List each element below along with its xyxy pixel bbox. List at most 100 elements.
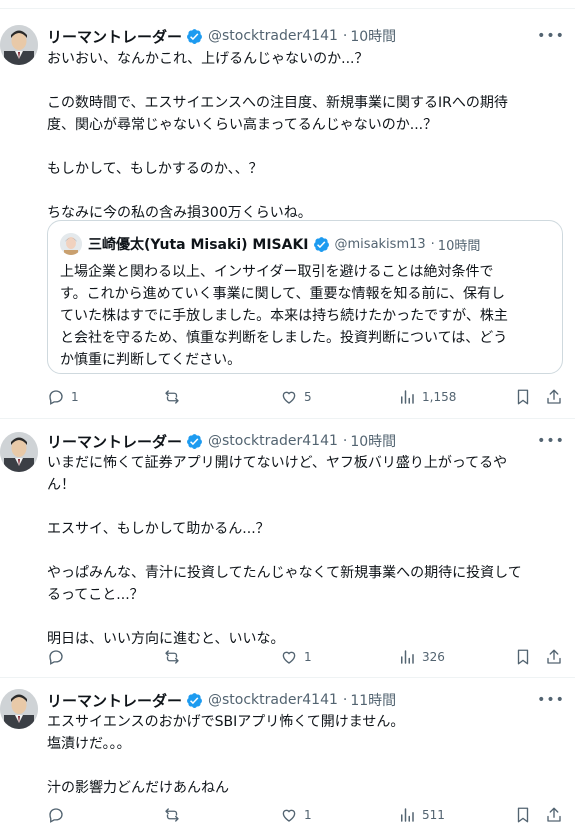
quoted-avatar [60, 233, 82, 255]
like-button[interactable]: 1 [280, 805, 312, 825]
views-button[interactable]: 1,158 [398, 387, 456, 407]
top-divider [0, 0, 575, 9]
timestamp[interactable]: 11時間 [350, 690, 396, 710]
share-button[interactable] [545, 805, 563, 825]
bookmark-button[interactable] [514, 387, 532, 407]
timestamp[interactable]: 10時間 [350, 431, 396, 451]
retweet-button[interactable] [163, 387, 187, 407]
tweet-line: ん！ [47, 477, 75, 493]
view-count: 511 [422, 808, 445, 822]
author-name[interactable]: リーマントレーダー [47, 431, 182, 452]
tweet-line: 度、関心が尋常じゃないくらい高まってるんじゃないのか...？ [47, 117, 438, 133]
dot-separator: · [430, 236, 435, 252]
tweet-line: やっぱみんな、青汁に投資してたんじゃなくて新規事業への期待に投資して [47, 565, 522, 581]
share-button[interactable] [545, 387, 563, 407]
verified-badge-icon [313, 236, 329, 252]
heart-icon [282, 651, 296, 664]
author-handle[interactable]: @stocktrader4141 [208, 433, 338, 449]
tweet-text: おいおい、なんかこれ、上げるんじゃないのか...？ この数時間で、エスサイエンス… [47, 48, 567, 224]
analytics-icon [401, 650, 414, 664]
verified-badge-icon [187, 28, 202, 44]
verified-badge-icon [187, 692, 202, 708]
share-icon [547, 389, 561, 404]
author-handle[interactable]: @stocktrader4141 [208, 28, 338, 44]
heart-icon [282, 809, 296, 822]
author-handle[interactable]: @stocktrader4141 [208, 692, 338, 708]
share-button[interactable] [545, 647, 563, 667]
more-options-icon[interactable]: ••• [537, 690, 564, 710]
more-options-icon[interactable]: ••• [537, 26, 564, 46]
bookmark-icon [517, 807, 529, 823]
quoted-text: 上場企業と関わる以上、インサイダー取引を避けることは絶対条件で す。これから進め… [60, 261, 550, 371]
retweet-button[interactable] [163, 647, 187, 667]
quoted-line: か慎重に判断してください。 [60, 352, 242, 368]
reply-icon [49, 390, 63, 405]
tweet-line: エスサイエンスのおかげでSBIアプリ怖くて開けません。 [47, 714, 405, 730]
timestamp[interactable]: 10時間 [350, 26, 396, 46]
tweet-line: エスサイ、もしかして助かるん...？ [47, 521, 270, 537]
tweet-line: おいおい、なんかこれ、上げるんじゃないのか...？ [47, 51, 369, 67]
reply-icon [49, 808, 63, 823]
like-button[interactable]: 5 [280, 387, 312, 407]
quoted-line: す。これから進めていく事業に関して、重要な情報を知る前に、保有し [60, 286, 506, 302]
view-count: 326 [422, 650, 445, 664]
quoted-line: ていた株はすでに手放しました。本来は持ち続けたかったですが、株主 [60, 308, 508, 324]
reply-button[interactable] [47, 647, 71, 667]
tweet-header: リーマントレーダー @stocktrader4141 · 11時間 [47, 690, 396, 710]
dot-separator: · [342, 692, 348, 708]
dot-separator: · [342, 28, 348, 44]
bookmark-button[interactable] [514, 805, 532, 825]
like-count: 1 [304, 808, 312, 822]
dot-separator: · [342, 433, 348, 449]
analytics-icon [401, 808, 414, 822]
bookmark-button[interactable] [514, 647, 532, 667]
like-count: 5 [304, 390, 312, 404]
author-name[interactable]: リーマントレーダー [47, 690, 182, 711]
verified-badge-icon [187, 433, 202, 449]
action-bar: 1 511 [47, 805, 567, 825]
tweet[interactable]: リーマントレーダー @stocktrader4141 · 10時間 ••• おい… [0, 17, 575, 419]
view-count: 1,158 [422, 390, 457, 404]
author-name[interactable]: リーマントレーダー [47, 26, 182, 47]
quoted-author-name: 三崎優太(Yuta Misaki) MISAKI [88, 237, 309, 253]
share-icon [547, 807, 561, 822]
tweet[interactable]: リーマントレーダー @stocktrader4141 · 10時間 ••• いま… [0, 419, 575, 678]
tweet-header: リーマントレーダー @stocktrader4141 · 10時間 [47, 431, 396, 451]
reply-count: 1 [71, 390, 79, 404]
tweet-header: リーマントレーダー @stocktrader4141 · 10時間 [47, 26, 396, 46]
avatar[interactable] [0, 25, 38, 65]
views-button[interactable]: 326 [398, 647, 445, 667]
heart-icon [282, 391, 296, 404]
views-button[interactable]: 511 [398, 805, 445, 825]
bookmark-icon [517, 649, 529, 665]
like-count: 1 [304, 650, 312, 664]
quoted-header: 三崎優太(Yuta Misaki) MISAKI @misakism13 · 1… [88, 234, 480, 254]
analytics-icon [401, 390, 414, 404]
reply-icon [49, 650, 63, 665]
avatar[interactable] [0, 432, 38, 472]
avatar[interactable] [0, 689, 38, 729]
action-bar: 1 326 [47, 647, 567, 667]
tweet-text: エスサイエンスのおかげでSBIアプリ怖くて開けません。 塩漬けだ。。。 汁の影響… [47, 711, 567, 799]
tweet-text: いまだに怖くて証券アプリ開けてないけど、ヤフ板バリ盛り上がってるや ん！ エスサ… [47, 452, 567, 650]
bookmark-icon [517, 389, 529, 405]
retweet-icon [165, 808, 179, 822]
reply-button[interactable]: 1 [47, 387, 79, 407]
like-button[interactable]: 1 [280, 647, 312, 667]
tweet-line: るってこと...？ [47, 587, 144, 603]
quoted-line: 上場企業と関わる以上、インサイダー取引を避けることは絶対条件で [60, 264, 494, 280]
quoted-line: と会社を守るため、慎重な判断をしました。投資判断については、どう [60, 330, 508, 346]
retweet-icon [165, 390, 179, 404]
tweet-line: この数時間で、エスサイエンスへの注目度、新規事業に関するIRへの期待 [47, 95, 508, 111]
more-options-icon[interactable]: ••• [537, 431, 564, 451]
quoted-author-handle: @misakism13 [334, 236, 426, 252]
quoted-tweet[interactable]: 三崎優太(Yuta Misaki) MISAKI @misakism13 · 1… [47, 220, 563, 374]
retweet-button[interactable] [163, 805, 187, 825]
quoted-timestamp: 10時間 [437, 238, 481, 254]
reply-button[interactable] [47, 805, 71, 825]
action-bar: 1 5 1,158 [47, 387, 567, 407]
tweet-line: いまだに怖くて証券アプリ開けてないけど、ヤフ板バリ盛り上がってるや [47, 455, 508, 471]
tweet[interactable]: リーマントレーダー @stocktrader4141 · 11時間 ••• エス… [0, 678, 575, 826]
retweet-icon [165, 650, 179, 664]
share-icon [547, 649, 561, 664]
